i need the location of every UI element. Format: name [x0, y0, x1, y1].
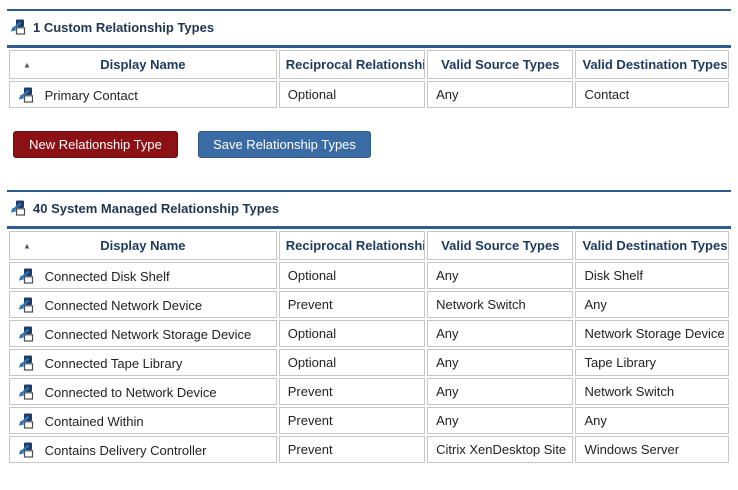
relationship-icon [18, 384, 34, 400]
display-name-cell[interactable]: Connected Network Device [9, 291, 277, 318]
source-types-cell[interactable]: Network Switch [427, 291, 573, 318]
reciprocal-cell[interactable]: Optional [279, 262, 425, 289]
relationship-icon [18, 326, 34, 342]
table-row[interactable]: Contained Within Prevent Any Any [9, 407, 729, 434]
column-header-reciprocal-relationship[interactable]: Reciprocal Relationship [279, 231, 425, 260]
relationship-types-page: 1 Custom Relationship Types ▲ Display Na… [0, 0, 738, 465]
table-row[interactable]: Connected Network Device Prevent Network… [9, 291, 729, 318]
sort-ascending-icon: ▲ [23, 60, 31, 69]
table-row[interactable]: Primary Contact Optional Any Contact [9, 81, 729, 108]
display-name-cell[interactable]: Contained Within [9, 407, 277, 434]
reciprocal-cell[interactable]: Optional [279, 320, 425, 347]
column-header-valid-destination-types[interactable]: Valid Destination Types [575, 231, 729, 260]
section-title-custom: 1 Custom Relationship Types [10, 18, 728, 36]
relationship-icon [18, 355, 34, 371]
destination-types-cell[interactable]: Network Storage Device [575, 320, 729, 347]
header-row: ▲ Display Name Reciprocal Relationship V… [9, 231, 729, 260]
column-header-display-name[interactable]: ▲ Display Name [9, 50, 277, 79]
save-relationship-types-button[interactable]: Save Relationship Types [198, 131, 371, 158]
section-divider [7, 190, 731, 192]
column-header-reciprocal-relationship[interactable]: Reciprocal Relationship [279, 50, 425, 79]
section-title-system-managed: 40 System Managed Relationship Types [10, 199, 728, 217]
table-row[interactable]: Contains Delivery Controller Prevent Cit… [9, 436, 729, 463]
display-name-cell[interactable]: Connected Network Storage Device [9, 320, 277, 347]
reciprocal-cell[interactable]: Prevent [279, 407, 425, 434]
section-title-label: 1 Custom Relationship Types [33, 20, 214, 35]
sort-ascending-icon: ▲ [23, 241, 31, 250]
column-header-valid-source-types[interactable]: Valid Source Types [427, 231, 573, 260]
destination-types-cell[interactable]: Windows Server [575, 436, 729, 463]
reciprocal-cell[interactable]: Prevent [279, 436, 425, 463]
column-header-display-name[interactable]: ▲ Display Name [9, 231, 277, 260]
section-title-label: 40 System Managed Relationship Types [33, 201, 279, 216]
display-name-cell[interactable]: Connected Disk Shelf [9, 262, 277, 289]
reciprocal-cell[interactable]: Prevent [279, 378, 425, 405]
source-types-cell[interactable]: Any [427, 378, 573, 405]
reciprocal-cell[interactable]: Optional [279, 349, 425, 376]
source-types-cell[interactable]: Citrix XenDesktop Site [427, 436, 573, 463]
relationship-icon [18, 413, 34, 429]
reciprocal-cell[interactable]: Prevent [279, 291, 425, 318]
table-row[interactable]: Connected Disk Shelf Optional Any Disk S… [9, 262, 729, 289]
display-name-cell[interactable]: Connected Tape Library [9, 349, 277, 376]
destination-types-cell[interactable]: Any [575, 291, 729, 318]
action-buttons: New Relationship Type Save Relationship … [13, 131, 731, 158]
destination-types-cell[interactable]: Disk Shelf [575, 262, 729, 289]
header-row: ▲ Display Name Reciprocal Relationship V… [9, 50, 729, 79]
system-managed-relationship-grid: ▲ Display Name Reciprocal Relationship V… [7, 226, 731, 465]
column-header-valid-source-types[interactable]: Valid Source Types [427, 50, 573, 79]
source-types-cell[interactable]: Any [427, 262, 573, 289]
relationship-icon [18, 268, 34, 284]
reciprocal-cell[interactable]: Optional [279, 81, 425, 108]
new-relationship-type-button[interactable]: New Relationship Type [13, 131, 178, 158]
section-system-managed-relationship-types: 40 System Managed Relationship Types ▲ D… [7, 190, 731, 465]
custom-relationship-grid: ▲ Display Name Reciprocal Relationship V… [7, 45, 731, 110]
section-custom-relationship-types: 1 Custom Relationship Types ▲ Display Na… [7, 9, 731, 158]
table-row[interactable]: Connected Network Storage Device Optiona… [9, 320, 729, 347]
destination-types-cell[interactable]: Any [575, 407, 729, 434]
destination-types-cell[interactable]: Contact [575, 81, 729, 108]
relationship-icon [10, 19, 26, 35]
source-types-cell[interactable]: Any [427, 320, 573, 347]
relationship-icon [18, 297, 34, 313]
section-divider [7, 9, 731, 11]
relationship-icon [10, 200, 26, 216]
table-row[interactable]: Connected Tape Library Optional Any Tape… [9, 349, 729, 376]
relationship-icon [18, 87, 34, 103]
source-types-cell[interactable]: Any [427, 407, 573, 434]
display-name-cell[interactable]: Connected to Network Device [9, 378, 277, 405]
display-name-cell[interactable]: Primary Contact [9, 81, 277, 108]
source-types-cell[interactable]: Any [427, 81, 573, 108]
source-types-cell[interactable]: Any [427, 349, 573, 376]
table-row[interactable]: Connected to Network Device Prevent Any … [9, 378, 729, 405]
display-name-cell[interactable]: Contains Delivery Controller [9, 436, 277, 463]
column-header-valid-destination-types[interactable]: Valid Destination Types [575, 50, 729, 79]
destination-types-cell[interactable]: Tape Library [575, 349, 729, 376]
destination-types-cell[interactable]: Network Switch [575, 378, 729, 405]
relationship-icon [18, 442, 34, 458]
